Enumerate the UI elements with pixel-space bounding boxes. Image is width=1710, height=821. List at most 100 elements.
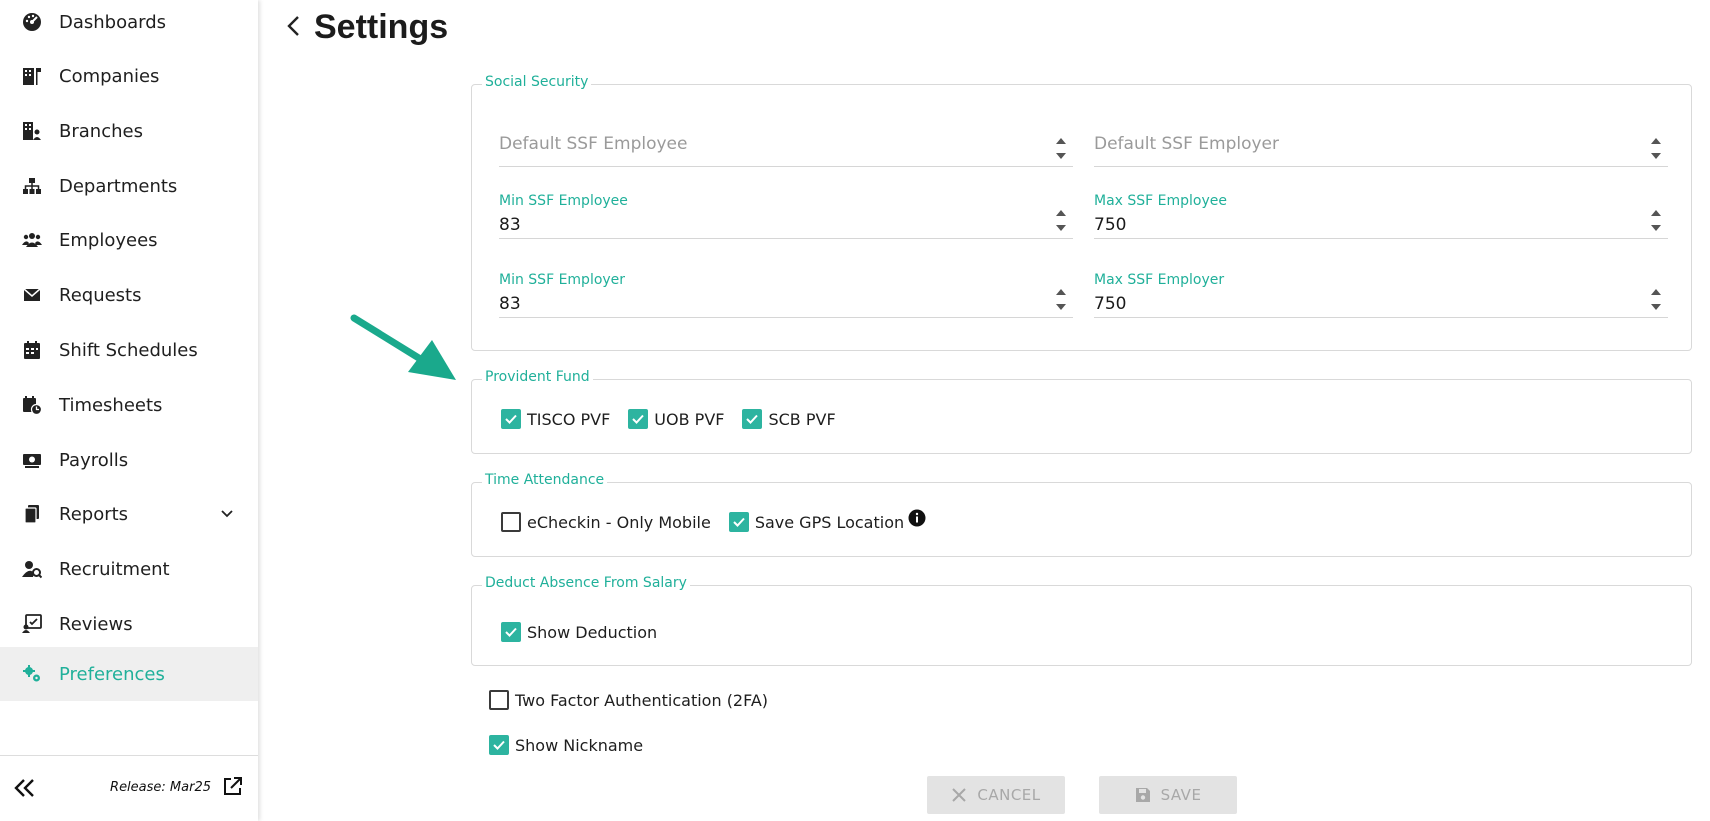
field-label: Min SSF Employee <box>499 193 628 209</box>
deduct-absence-options: Show Deduction <box>501 622 675 642</box>
field-value: 83 <box>499 215 521 235</box>
field-label: Max SSF Employee <box>1094 193 1228 209</box>
user-search-icon <box>21 558 43 580</box>
field-label: Max SSF Employer <box>1094 272 1225 288</box>
sidebar-item-label: Recruitment <box>59 558 170 580</box>
min-ssf-employee-field[interactable]: Min SSF Employee 83 <box>499 193 1073 239</box>
max-ssf-employer-field[interactable]: Max SSF Employer 750 <box>1094 272 1668 318</box>
default-ssf-employee-field[interactable]: Default SSF Employee <box>499 121 1073 167</box>
group-legend: Time Attendance <box>482 472 608 488</box>
save-gps-location-checkbox[interactable] <box>728 512 749 532</box>
sidebar-item-label: Branches <box>59 120 143 142</box>
money-icon <box>21 449 43 471</box>
min-ssf-employer-field[interactable]: Min SSF Employer 83 <box>499 272 1073 318</box>
number-spinner-icon[interactable] <box>1650 207 1662 235</box>
gears-icon <box>21 663 43 685</box>
checkbox-label: UOB PVF <box>654 409 725 429</box>
sidebar-item-label: Reviews <box>59 613 133 635</box>
social-security-group: Social Security Default SSF Employee Def… <box>471 74 1692 351</box>
save-icon <box>1135 788 1150 802</box>
number-spinner-icon[interactable] <box>1650 286 1662 314</box>
cancel-button-label: CANCEL <box>977 786 1041 804</box>
users-icon <box>21 229 43 251</box>
sidebar-item-label: Timesheets <box>59 394 163 416</box>
sidebar-item-reviews[interactable]: Reviews <box>0 597 258 651</box>
field-label: Min SSF Employer <box>499 272 626 288</box>
two-factor-auth-checkbox[interactable] <box>489 690 509 710</box>
checkbox-label: TISCO PVF <box>527 409 611 429</box>
show-nickname-checkbox[interactable] <box>489 735 509 755</box>
sidebar-item-companies[interactable]: Companies <box>0 49 258 103</box>
sidebar-item-recruitment[interactable]: Recruitment <box>0 542 258 596</box>
checkbox-label: Save GPS Location <box>754 512 905 532</box>
show-nickname-row: Show Nickname <box>489 735 661 755</box>
max-ssf-employee-field[interactable]: Max SSF Employee 750 <box>1094 193 1668 239</box>
sidebar-item-timesheets[interactable]: Timesheets <box>0 378 258 432</box>
field-placeholder: Default SSF Employee <box>499 134 688 154</box>
sidebar-item-label: Preferences <box>59 663 165 685</box>
time-attendance-group: Time Attendance eCheckin - Only Mobile S… <box>471 472 1692 557</box>
field-value: 83 <box>499 294 521 314</box>
sidebar-item-requests[interactable]: Requests <box>0 268 258 322</box>
number-spinner-icon[interactable] <box>1055 286 1067 314</box>
sidebar-item-label: Companies <box>59 65 160 87</box>
scb-pvf-checkbox[interactable] <box>742 409 763 429</box>
time-attendance-options: eCheckin - Only Mobile Save GPS Location <box>501 509 926 532</box>
checkbox-label: Two Factor Authentication (2FA) <box>515 690 769 710</box>
checkbox-label: eCheckin - Only Mobile <box>527 512 711 532</box>
save-button[interactable]: SAVE <box>1099 776 1237 814</box>
back-icon[interactable] <box>283 14 305 38</box>
annotation-arrow-icon <box>350 314 456 380</box>
sitemap-icon <box>21 175 43 197</box>
sidebar-item-departments[interactable]: Departments <box>0 159 258 213</box>
sidebar-item-branches[interactable]: Branches <box>0 104 258 158</box>
number-spinner-icon[interactable] <box>1055 207 1067 235</box>
sidebar-item-label: Employees <box>59 229 158 251</box>
echeckin-only-mobile-checkbox[interactable] <box>501 512 521 532</box>
provident-fund-group: Provident Fund TISCO PVF UOB PVF SCB PVF <box>471 369 1692 454</box>
gauge-icon <box>21 11 43 33</box>
close-icon <box>952 788 967 802</box>
checkbox-label: SCB PVF <box>768 409 836 429</box>
sidebar-item-label: Reports <box>59 503 129 525</box>
group-legend: Social Security <box>482 74 592 90</box>
two-factor-auth-row: Two Factor Authentication (2FA) <box>489 690 786 710</box>
sidebar-item-label: Shift Schedules <box>59 339 198 361</box>
chevron-down-icon <box>221 510 233 518</box>
sidebar-item-label: Requests <box>59 284 142 306</box>
field-value: 750 <box>1094 215 1127 235</box>
field-value: 750 <box>1094 294 1127 314</box>
save-button-label: SAVE <box>1160 786 1202 804</box>
envelope-icon <box>21 284 43 306</box>
tisco-pvf-checkbox[interactable] <box>501 409 521 429</box>
sidebar-item-label: Payrolls <box>59 449 129 471</box>
review-icon <box>21 613 43 635</box>
uob-pvf-checkbox[interactable] <box>628 409 649 429</box>
sidebar: Dashboards Companies Branches Department… <box>0 0 258 821</box>
sidebar-item-label: Departments <box>59 175 178 197</box>
field-placeholder: Default SSF Employer <box>1094 134 1280 154</box>
number-spinner-icon[interactable] <box>1055 135 1067 163</box>
show-deduction-checkbox[interactable] <box>501 622 521 642</box>
calendar-icon <box>21 339 43 361</box>
release-label: Release: Mar25 <box>110 780 211 795</box>
sidebar-item-label: Dashboards <box>59 11 167 33</box>
sidebar-item-reports[interactable]: Reports <box>0 487 258 541</box>
checkbox-label: Show Nickname <box>515 735 644 755</box>
sidebar-footer: Release: Mar25 <box>0 755 258 821</box>
sidebar-item-preferences[interactable]: Preferences <box>0 647 258 701</box>
info-icon[interactable] <box>908 509 926 527</box>
sidebar-item-payrolls[interactable]: Payrolls <box>0 433 258 487</box>
default-ssf-employer-field[interactable]: Default SSF Employer <box>1094 121 1668 167</box>
sidebar-item-dashboards[interactable]: Dashboards <box>0 0 258 49</box>
building-flag-icon <box>21 65 43 87</box>
group-legend: Deduct Absence From Salary <box>482 575 690 591</box>
collapse-sidebar-icon[interactable] <box>12 776 38 800</box>
number-spinner-icon[interactable] <box>1650 135 1662 163</box>
deduct-absence-group: Deduct Absence From Salary Show Deductio… <box>471 575 1692 666</box>
building-user-icon <box>21 120 43 142</box>
sidebar-item-employees[interactable]: Employees <box>0 213 258 267</box>
external-link-icon[interactable] <box>222 775 244 797</box>
cancel-button[interactable]: CANCEL <box>927 776 1065 814</box>
sidebar-item-shift-schedules[interactable]: Shift Schedules <box>0 323 258 377</box>
